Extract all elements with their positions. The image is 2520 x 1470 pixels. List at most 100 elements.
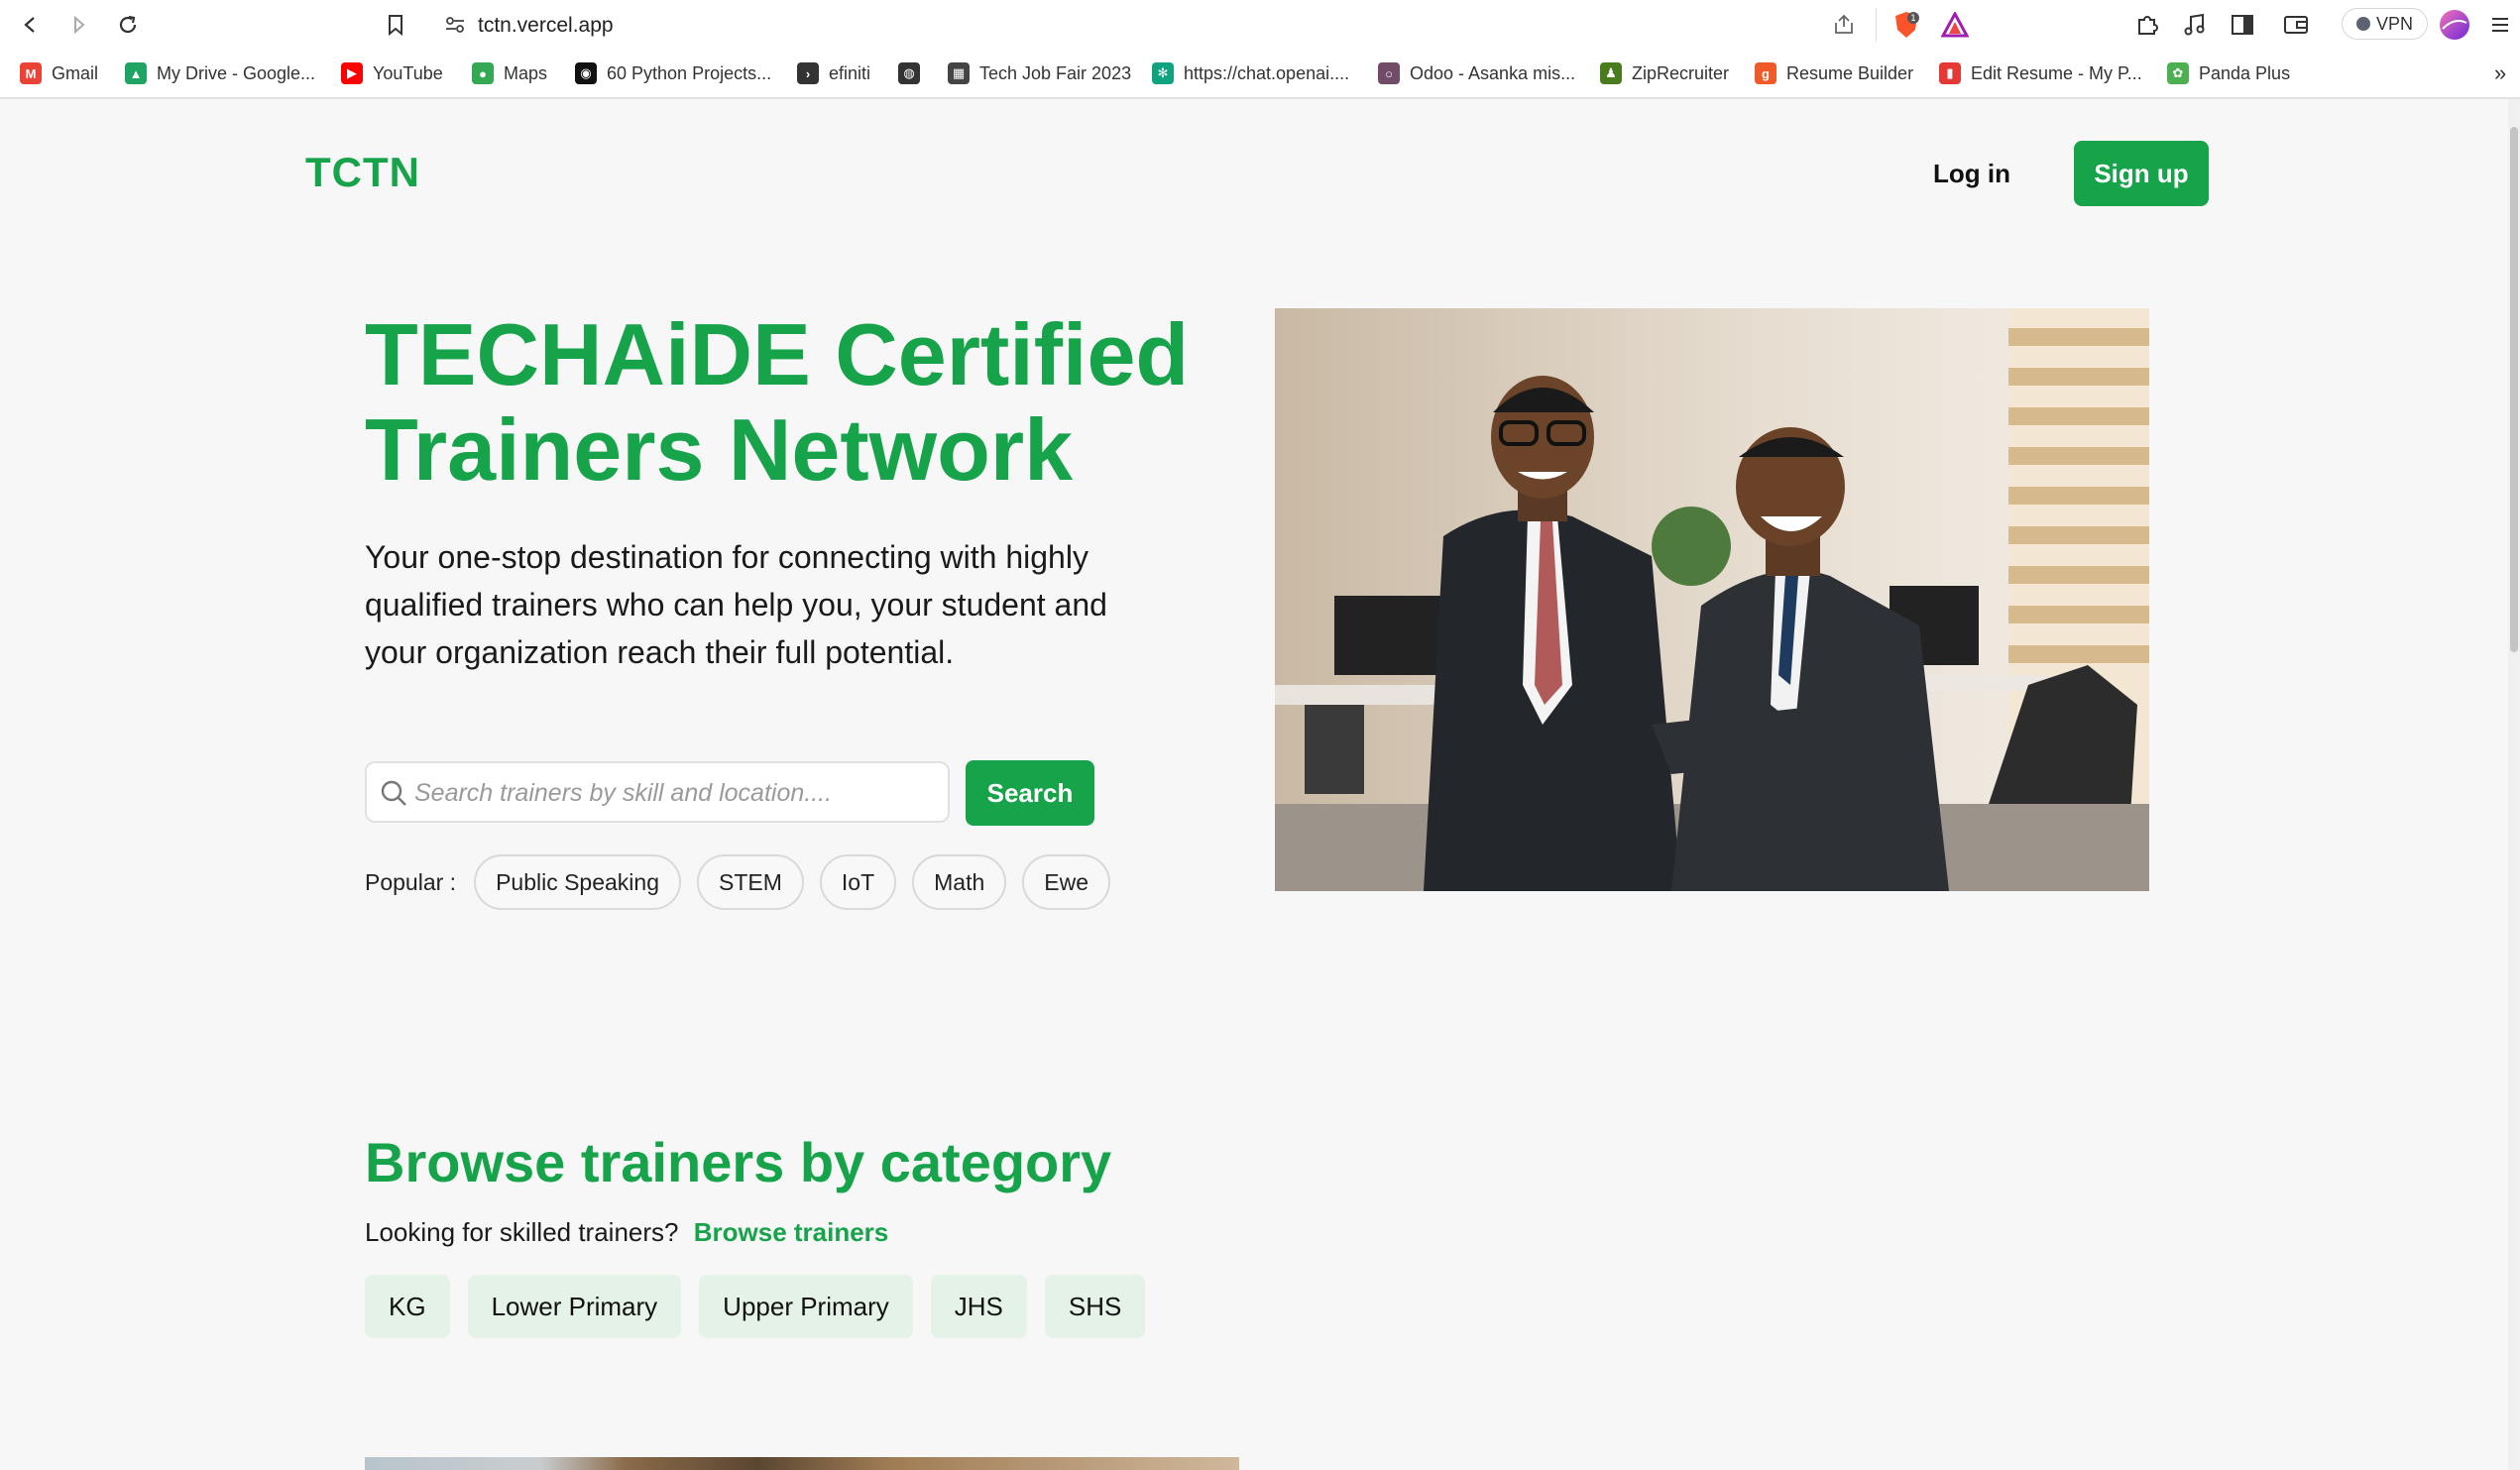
search-input[interactable] xyxy=(414,773,940,813)
popular-label: Popular : xyxy=(365,868,457,895)
vpn-status-icon xyxy=(2356,17,2370,31)
bookmark-item[interactable]: ● Maps xyxy=(472,59,547,87)
more-bookmarks-button[interactable]: » xyxy=(2494,59,2506,87)
bookmark-item[interactable]: ✻ https://chat.openai.... xyxy=(1152,59,1349,87)
share-icon[interactable] xyxy=(1832,13,1856,42)
popular-tag[interactable]: Math xyxy=(912,854,1007,910)
category-lower-primary[interactable]: Lower Primary xyxy=(467,1275,682,1338)
bookmark-item[interactable]: M Gmail xyxy=(20,59,98,87)
bookmark-icon xyxy=(389,15,402,37)
efiniti-icon: › xyxy=(797,62,819,84)
category-shs[interactable]: SHS xyxy=(1044,1275,1146,1338)
category-list: KG Lower Primary Upper Primary JHS SHS xyxy=(365,1275,1146,1338)
hero-subtitle: Your one-stop destination for connecting… xyxy=(365,539,1107,670)
bookmark-item[interactable]: ▲ My Drive - Google... xyxy=(125,59,315,87)
signup-button[interactable]: Sign up xyxy=(2074,141,2209,206)
search-field[interactable] xyxy=(365,761,950,823)
gmail-icon: M xyxy=(20,62,42,84)
back-button[interactable] xyxy=(14,8,48,42)
hero-image xyxy=(1275,308,2149,891)
trainers-photo xyxy=(1275,308,2149,891)
search-button[interactable]: Search xyxy=(966,760,1094,826)
sidebar-button[interactable] xyxy=(2227,9,2258,41)
bookmark-item[interactable]: ◉ 60 Python Projects... xyxy=(575,59,771,87)
vpn-button[interactable]: VPN xyxy=(2342,8,2429,40)
vpn-label: VPN xyxy=(2376,13,2414,34)
edit-resume-icon: ▮ xyxy=(1939,62,1961,84)
panda-plus-icon: ✿ xyxy=(2167,62,2189,84)
login-link[interactable]: Log in xyxy=(1933,159,2010,189)
extensions-button[interactable] xyxy=(2131,9,2163,41)
maps-icon: ● xyxy=(472,62,494,84)
search-icon xyxy=(381,780,406,806)
bookmark-item[interactable]: ▦ Tech Job Fair 2023 xyxy=(948,59,1131,87)
drive-icon: ▲ xyxy=(125,62,147,84)
next-section-image xyxy=(365,1457,1239,1470)
popular-tags: Popular : Public Speaking STEM IoT Math … xyxy=(365,854,1111,910)
reload-icon xyxy=(119,15,137,34)
browse-trainers-link[interactable]: Browse trainers xyxy=(694,1217,889,1247)
brave-rewards-icon[interactable] xyxy=(1940,10,1970,43)
popular-tag[interactable]: IoT xyxy=(819,854,897,910)
sidebar-icon xyxy=(2232,15,2253,35)
site-logo[interactable]: TCTN xyxy=(305,149,420,196)
bookmark-item[interactable]: g Resume Builder xyxy=(1755,59,1913,87)
bookmark-page-button[interactable] xyxy=(379,8,412,42)
bookmark-item[interactable]: › efiniti xyxy=(797,59,870,87)
svg-text:1: 1 xyxy=(1910,14,1916,24)
bookmark-label: My Drive - Google... xyxy=(157,62,316,83)
openai-icon: ✻ xyxy=(1152,62,1174,84)
media-button[interactable] xyxy=(2179,9,2211,41)
popular-tag[interactable]: STEM xyxy=(697,854,804,910)
bookmark-item[interactable]: ♟ ZipRecruiter xyxy=(1600,59,1729,87)
site-settings-icon[interactable] xyxy=(444,15,466,40)
forward-arrow-icon xyxy=(74,15,85,35)
reload-button[interactable] xyxy=(111,8,145,42)
resume-builder-icon: g xyxy=(1755,62,1776,84)
odoo-icon: ○ xyxy=(1378,62,1400,84)
ziprecruiter-icon: ♟ xyxy=(1600,62,1622,84)
browser-chrome: tctn.vercel.app 1 VPN M Gmail ▲ My Drive… xyxy=(0,0,2520,99)
music-note-icon xyxy=(2184,13,2205,36)
divider xyxy=(1876,8,1877,42)
bookmark-item[interactable]: ▶ YouTube xyxy=(341,59,443,87)
bookmark-label: Gmail xyxy=(52,62,99,83)
jobfair-icon: ▦ xyxy=(948,62,970,84)
page-scrollbar[interactable] xyxy=(2508,99,2520,1470)
popular-tag[interactable]: Public Speaking xyxy=(474,854,682,910)
bookmark-item[interactable]: ▮ Edit Resume - My P... xyxy=(1939,59,2142,87)
category-upper-primary[interactable]: Upper Primary xyxy=(699,1275,913,1338)
hero-title: TECHAiDE Certified Trainers Network xyxy=(365,305,1190,499)
profile-button[interactable] xyxy=(2439,9,2470,41)
wallet-button[interactable] xyxy=(2280,9,2312,41)
bookmark-label: Edit Resume - My P... xyxy=(1971,62,2142,83)
bookmark-label: efiniti xyxy=(829,62,871,83)
forward-button[interactable] xyxy=(61,8,95,42)
browse-title: Browse trainers by category xyxy=(365,1131,1112,1193)
globe-icon: ◍ xyxy=(898,62,920,84)
medium-icon: ◉ xyxy=(575,62,597,84)
bookmark-label: 60 Python Projects... xyxy=(607,62,772,83)
menu-button[interactable] xyxy=(2484,9,2516,41)
brave-shields-icon[interactable]: 1 xyxy=(1891,10,1921,45)
bookmark-item[interactable]: ◍ xyxy=(898,59,920,87)
bookmark-label: YouTube xyxy=(373,62,443,83)
bookmark-item[interactable]: ○ Odoo - Asanka mis... xyxy=(1378,59,1575,87)
url-text: tctn.vercel.app xyxy=(478,14,614,37)
scrollbar-thumb[interactable] xyxy=(2510,127,2518,652)
bookmark-label: Resume Builder xyxy=(1786,62,1914,83)
bookmarks-bar: M Gmail ▲ My Drive - Google... ▶ YouTube ● Maps… xyxy=(0,52,2520,95)
bookmark-item[interactable]: ✿ Panda Plus xyxy=(2167,59,2290,87)
category-kg[interactable]: KG xyxy=(365,1275,450,1338)
browse-subtitle-text: Looking for skilled trainers? xyxy=(365,1217,679,1247)
popular-tag[interactable]: Ewe xyxy=(1022,854,1111,910)
puzzle-icon xyxy=(2138,16,2158,35)
category-jhs[interactable]: JHS xyxy=(930,1275,1027,1338)
address-bar[interactable]: tctn.vercel.app 1 xyxy=(426,4,1983,46)
browser-toolbar: tctn.vercel.app 1 VPN xyxy=(0,0,2520,50)
bookmark-label: https://chat.openai.... xyxy=(1184,62,1350,83)
back-arrow-icon xyxy=(24,17,35,33)
hamburger-menu-icon xyxy=(2492,18,2508,32)
avatar xyxy=(2440,10,2469,40)
bookmark-label: Odoo - Asanka mis... xyxy=(1410,62,1576,83)
